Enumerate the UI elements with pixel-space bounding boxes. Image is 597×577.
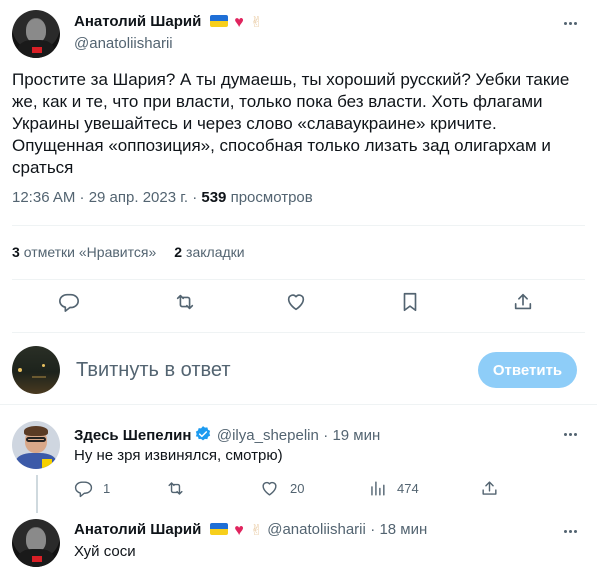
reply-author-handle[interactable]: @anatoliisharii [267,521,366,538]
bookmarks-count: 2 [174,244,183,260]
share-icon[interactable] [512,291,534,313]
heart-emoji-icon: ♥ [234,14,244,31]
flag-icon [209,523,228,535]
views-count: 474 [397,481,419,496]
author-avatar[interactable] [12,10,60,58]
reply-author-handle[interactable]: @ilya_shepelin [217,427,319,444]
reply-header: Анатолий Шарий ♥ ✌ @anatoliisharii · 18 … [74,521,427,540]
like-count: 20 [290,481,305,496]
likes-count: 3 [12,244,20,260]
reply-author-avatar[interactable] [12,421,60,469]
peace-emoji-icon: ✌ [250,522,263,539]
divider [0,404,597,405]
reply-icon[interactable] [74,479,93,498]
tweet-meta: 12:36 AM · 29 апр. 2023 г. · 539 просмот… [12,189,313,206]
heart-emoji-icon: ♥ [234,522,244,539]
tweet-stats: 3 отметки «Нравится» 2 закладки [12,244,245,260]
tweet-time[interactable]: 12:36 AM · 29 апр. 2023 г. · [12,189,201,206]
views-icon[interactable] [368,479,387,498]
bookmark-icon[interactable] [399,291,421,313]
likes-label: отметки «Нравится» [23,244,157,260]
more-icon[interactable] [560,13,580,33]
reply-text: Хуй соси [74,543,136,560]
more-icon[interactable] [560,521,580,541]
current-user-avatar[interactable] [12,346,60,394]
retweet-icon[interactable] [166,479,185,498]
tweet-text: Простите за Шария? А ты думаешь, ты хоро… [12,70,570,177]
reply-text: Ну не зря извинялся, смотрю) [74,447,283,464]
share-icon[interactable] [480,479,499,498]
reply-author-name[interactable]: Анатолий Шарий [74,521,201,538]
likes-stat[interactable]: 3 отметки «Нравится» [12,244,156,260]
reply-author-avatar[interactable] [12,519,60,567]
reply-time[interactable]: · 18 мин [370,521,427,538]
reply-author-name[interactable]: Здесь Шепелин [74,427,191,444]
reply-icon[interactable] [58,291,80,313]
author-name-row[interactable]: Анатолий Шарий ♥ ✌ [74,13,263,32]
divider [12,225,585,226]
views-count: 539 [201,189,227,206]
views-label: просмотров [226,189,313,206]
like-icon[interactable] [260,479,279,498]
reply-compose-input[interactable]: Твитнуть в ответ [76,359,231,382]
reply-header: Здесь Шепелин @ilya_shepelin · 19 мин [74,425,380,445]
like-icon[interactable] [285,291,307,313]
divider [12,332,585,333]
bookmarks-stat[interactable]: 2 закладки [174,244,244,260]
divider [12,279,585,280]
author-name[interactable]: Анатолий Шарий [74,13,201,30]
reply-time[interactable]: · 19 мин [323,427,380,444]
reply-count: 1 [103,481,111,496]
thread-line [36,475,38,513]
flag-icon [209,15,228,27]
verified-icon [196,426,211,441]
peace-emoji-icon: ✌ [250,14,263,31]
author-handle[interactable]: @anatoliisharii [74,35,173,52]
retweet-icon[interactable] [174,291,196,313]
reply-submit-button[interactable]: Ответить [478,352,577,388]
bookmarks-label: закладки [186,244,245,260]
more-icon[interactable] [560,424,580,444]
